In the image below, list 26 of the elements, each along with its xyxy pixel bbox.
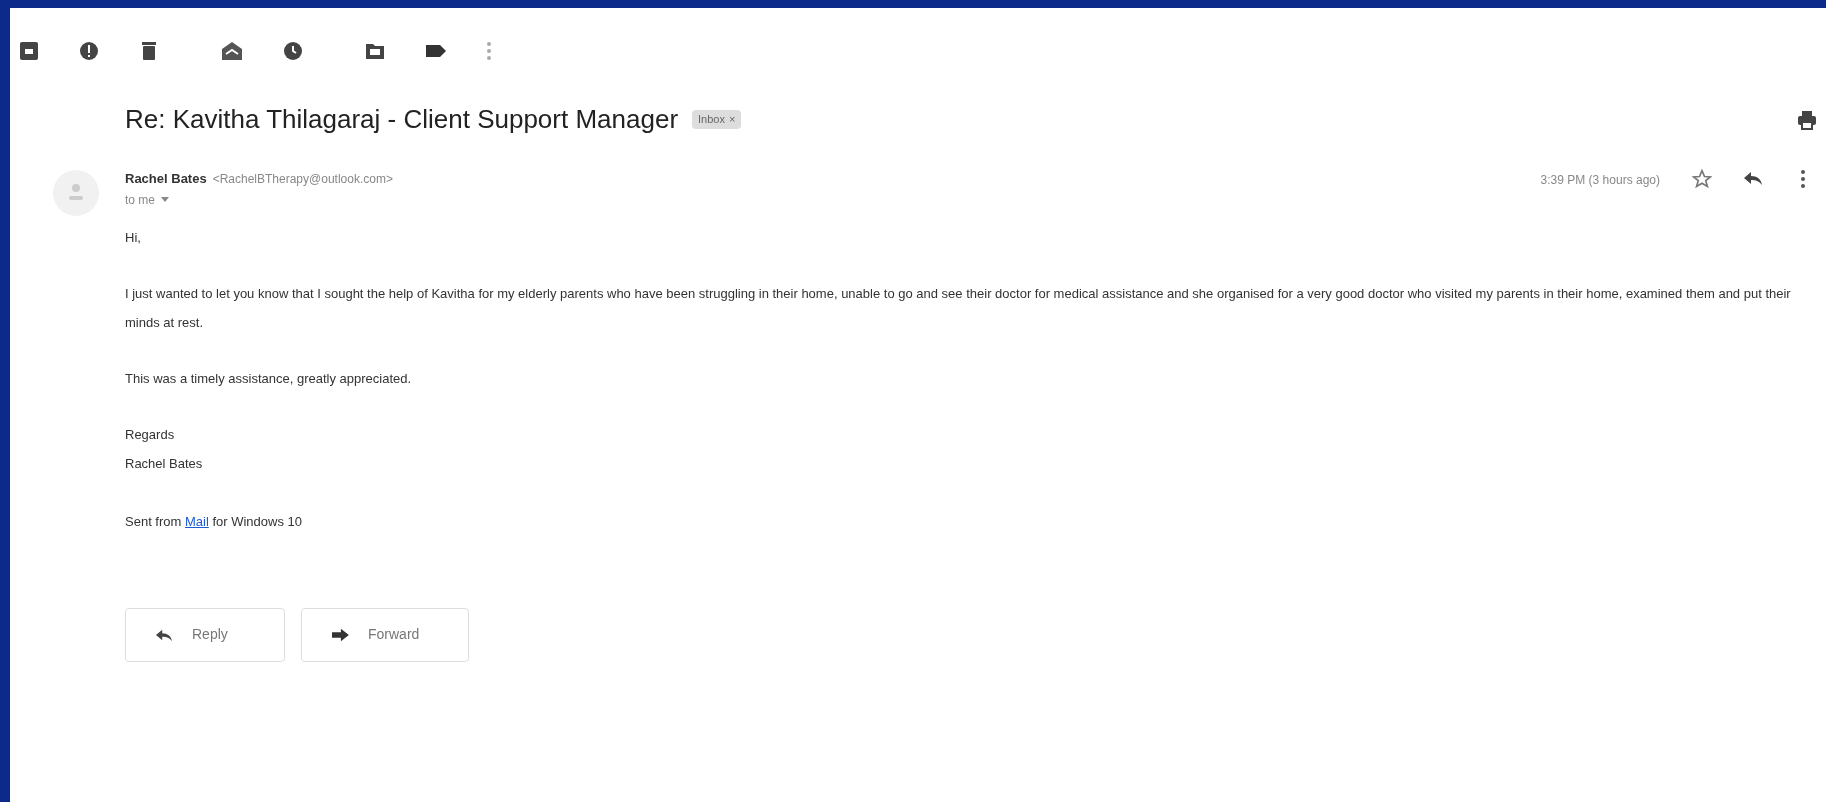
body-paragraph: I just wanted to let you know that I sought the help of Kavitha for my elderly parents who have been struggling in their home, unable to go and see their doctor for medical assistance and she organised for a very good doctor who visited my parents in their home, examined them and put their minds at rest.	[125, 284, 1792, 332]
alert-icon[interactable]	[78, 40, 100, 62]
reply-icon[interactable]	[1742, 169, 1764, 187]
reply-button[interactable]: Reply	[125, 607, 285, 662]
signature-text: Rachel Bates	[125, 454, 203, 473]
footer-text: Sent from Mail for Windows 10	[125, 512, 303, 531]
star-icon[interactable]	[1692, 169, 1712, 189]
email-subject: Re: Kavitha Thilagaraj - Client Support Manager	[125, 103, 679, 136]
forward-button[interactable]: Forward	[301, 607, 469, 662]
print-icon[interactable]	[1796, 108, 1818, 131]
inbox-label[interactable]: Inbox ×	[692, 110, 742, 129]
greeting-text: Hi,	[125, 228, 142, 247]
sender-name: Rachel Bates	[125, 170, 207, 188]
mail-link[interactable]: Mail	[184, 513, 209, 529]
avatar-icon	[52, 169, 100, 217]
recipient-text: to me	[125, 191, 155, 209]
envelope-icon[interactable]	[220, 40, 244, 62]
more-options-icon[interactable]	[1800, 169, 1806, 189]
dropdown-icon[interactable]	[161, 196, 169, 203]
sender-email: <RachelBTherapy@outlook.com>	[212, 171, 393, 188]
archive-icon[interactable]	[18, 40, 40, 62]
closing-text: Regards	[125, 425, 175, 444]
body-paragraph: This was a timely assistance, greatly appreciated.	[125, 369, 413, 388]
message-time: 3:39 PM (3 hours ago)	[1540, 172, 1660, 189]
clock-icon[interactable]	[282, 40, 304, 62]
forward-icon	[330, 626, 350, 643]
